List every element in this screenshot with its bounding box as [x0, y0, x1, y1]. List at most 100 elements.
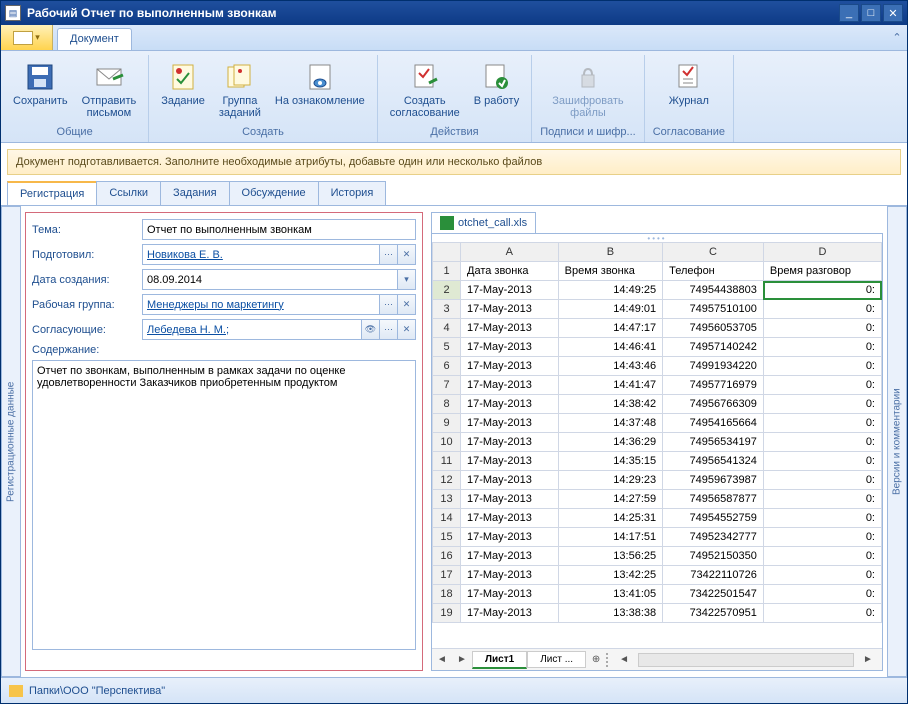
cell[interactable]: 13:42:25: [558, 566, 662, 585]
cell[interactable]: 14:35:15: [558, 452, 662, 471]
row-header[interactable]: 10: [433, 433, 461, 452]
cell[interactable]: 0:: [763, 319, 881, 338]
cell[interactable]: 74956053705: [663, 319, 764, 338]
cell[interactable]: 0:: [763, 547, 881, 566]
app-menu-button[interactable]: ▾: [1, 25, 53, 50]
prepared-input[interactable]: [142, 244, 380, 265]
row-header[interactable]: 1: [433, 262, 461, 281]
cell[interactable]: 73422570951: [663, 604, 764, 623]
cell[interactable]: 14:49:25: [558, 281, 662, 300]
tab-registration[interactable]: Регистрация: [7, 181, 97, 205]
cell[interactable]: 17-May-2013: [461, 604, 559, 623]
sheet-tab-1[interactable]: Лист1: [472, 651, 527, 669]
cell[interactable]: 0:: [763, 585, 881, 604]
task-group-button[interactable]: Группа заданий: [215, 59, 265, 124]
row-header[interactable]: 3: [433, 300, 461, 319]
cell[interactable]: 0:: [763, 566, 881, 585]
minimize-button[interactable]: _: [839, 4, 859, 22]
tab-links[interactable]: Ссылки: [96, 181, 161, 205]
cell[interactable]: 0:: [763, 414, 881, 433]
side-strip-versions[interactable]: Версии и комментарии: [887, 206, 907, 677]
cell[interactable]: 14:25:31: [558, 509, 662, 528]
cell[interactable]: 17-May-2013: [461, 281, 559, 300]
cell[interactable]: 17-May-2013: [461, 452, 559, 471]
prepared-clear-button[interactable]: ✕: [398, 244, 416, 265]
date-input[interactable]: [142, 269, 398, 290]
send-mail-button[interactable]: Отправить письмом: [78, 59, 141, 124]
row-header[interactable]: 16: [433, 547, 461, 566]
cell[interactable]: 14:37:48: [558, 414, 662, 433]
cell[interactable]: 17-May-2013: [461, 585, 559, 604]
corner-cell[interactable]: [433, 243, 461, 262]
cell[interactable]: 74952342777: [663, 528, 764, 547]
cell[interactable]: 14:27:59: [558, 490, 662, 509]
col-header[interactable]: D: [763, 243, 881, 262]
row-header[interactable]: 8: [433, 395, 461, 414]
subject-input[interactable]: [142, 219, 416, 240]
cell[interactable]: 17-May-2013: [461, 414, 559, 433]
header-cell[interactable]: Телефон: [663, 262, 764, 281]
row-header[interactable]: 7: [433, 376, 461, 395]
cell[interactable]: 0:: [763, 395, 881, 414]
row-header[interactable]: 17: [433, 566, 461, 585]
cell[interactable]: 14:49:01: [558, 300, 662, 319]
create-approval-button[interactable]: Создать согласование: [386, 59, 464, 124]
header-cell[interactable]: Время разговор: [763, 262, 881, 281]
date-dropdown-button[interactable]: ▾: [398, 269, 416, 290]
hscroll-right[interactable]: ►: [858, 650, 878, 670]
cell[interactable]: 73422501547: [663, 585, 764, 604]
hscroll-left[interactable]: ◄: [614, 650, 634, 670]
save-button[interactable]: Сохранить: [9, 59, 72, 124]
cell[interactable]: 17-May-2013: [461, 357, 559, 376]
cell[interactable]: 74956534197: [663, 433, 764, 452]
cell[interactable]: 17-May-2013: [461, 547, 559, 566]
hscroll-track[interactable]: [638, 653, 854, 667]
sheet-nav-first[interactable]: ◄: [432, 650, 452, 670]
row-header[interactable]: 15: [433, 528, 461, 547]
cell[interactable]: 14:46:41: [558, 338, 662, 357]
cell[interactable]: 0:: [763, 604, 881, 623]
row-header[interactable]: 9: [433, 414, 461, 433]
side-strip-reg[interactable]: Регистрационные данные: [1, 206, 21, 677]
approvers-clear-button[interactable]: ✕: [398, 319, 416, 340]
cell[interactable]: 0:: [763, 528, 881, 547]
cell[interactable]: 17-May-2013: [461, 471, 559, 490]
review-button[interactable]: На ознакомление: [271, 59, 369, 124]
approvers-input[interactable]: [142, 319, 362, 340]
cell[interactable]: 17-May-2013: [461, 376, 559, 395]
cell[interactable]: 13:56:25: [558, 547, 662, 566]
cell[interactable]: 0:: [763, 338, 881, 357]
sheet-tab-more[interactable]: Лист ...: [527, 651, 586, 668]
group-clear-button[interactable]: ✕: [398, 294, 416, 315]
cell[interactable]: 74956766309: [663, 395, 764, 414]
col-header[interactable]: B: [558, 243, 662, 262]
cell[interactable]: 0:: [763, 281, 881, 300]
cell[interactable]: 0:: [763, 452, 881, 471]
row-header[interactable]: 4: [433, 319, 461, 338]
cell[interactable]: 14:29:23: [558, 471, 662, 490]
cell[interactable]: 74954552759: [663, 509, 764, 528]
cell[interactable]: 74959673987: [663, 471, 764, 490]
cell[interactable]: 14:17:51: [558, 528, 662, 547]
cell[interactable]: 17-May-2013: [461, 528, 559, 547]
cell[interactable]: 74957510100: [663, 300, 764, 319]
sheet-add-button[interactable]: ⊕: [586, 650, 606, 670]
row-header[interactable]: 11: [433, 452, 461, 471]
ribbon-collapse-icon[interactable]: ⌃: [887, 25, 907, 50]
sheet-nav-next[interactable]: ►: [452, 650, 472, 670]
grip-icon[interactable]: ••••: [432, 234, 882, 242]
cell[interactable]: 0:: [763, 433, 881, 452]
sheet-grid[interactable]: ABCD1Дата звонкаВремя звонкаТелефонВремя…: [432, 242, 882, 648]
cell[interactable]: 0:: [763, 376, 881, 395]
tab-history[interactable]: История: [318, 181, 387, 205]
cell[interactable]: 17-May-2013: [461, 300, 559, 319]
cell[interactable]: 0:: [763, 490, 881, 509]
cell[interactable]: 17-May-2013: [461, 509, 559, 528]
group-input[interactable]: [142, 294, 380, 315]
close-button[interactable]: ✕: [883, 4, 903, 22]
group-lookup-button[interactable]: ⋯: [380, 294, 398, 315]
row-header[interactable]: 5: [433, 338, 461, 357]
row-header[interactable]: 14: [433, 509, 461, 528]
journal-button[interactable]: Журнал: [664, 59, 714, 124]
cell[interactable]: 17-May-2013: [461, 338, 559, 357]
